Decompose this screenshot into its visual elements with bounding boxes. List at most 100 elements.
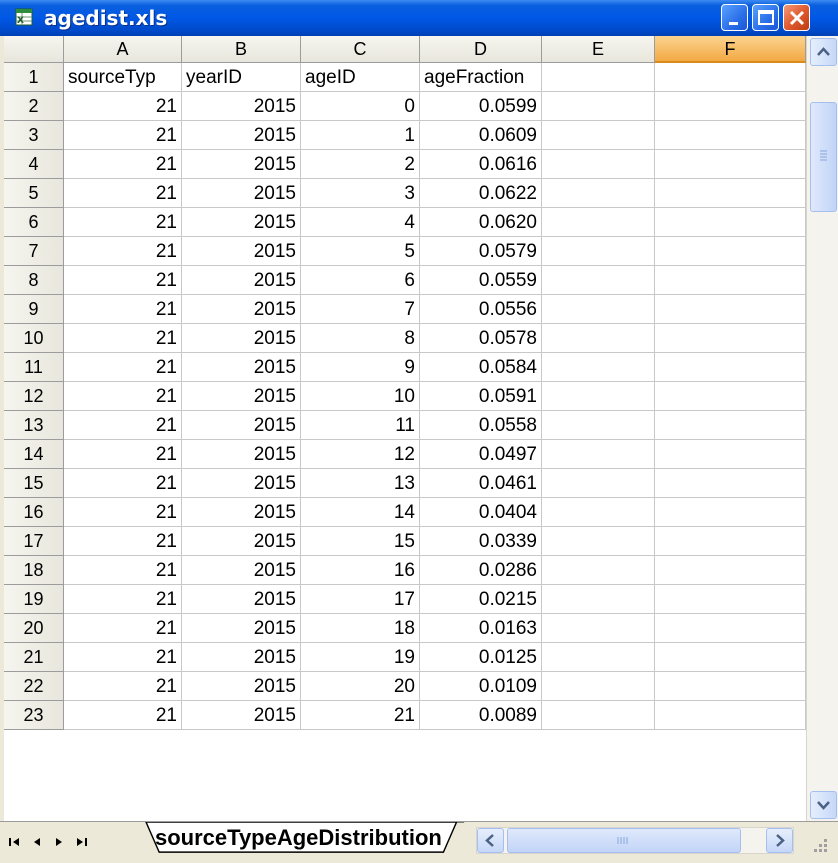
- row-header[interactable]: 6: [4, 208, 64, 237]
- cell-f8[interactable]: [655, 266, 806, 295]
- cell-e16[interactable]: [542, 498, 655, 527]
- scroll-right-button[interactable]: [766, 828, 793, 853]
- cell-e11[interactable]: [542, 353, 655, 382]
- cell-b20[interactable]: 2015: [182, 614, 301, 643]
- row-header[interactable]: 8: [4, 266, 64, 295]
- cell-d21[interactable]: 0.0125: [420, 643, 542, 672]
- spreadsheet-grid[interactable]: A B C D E F 1 sourceTyp yearID ageID ageFraction 2 2…: [4, 36, 806, 821]
- row-header[interactable]: 4: [4, 150, 64, 179]
- cell-e20[interactable]: [542, 614, 655, 643]
- cell-c23[interactable]: 21: [301, 701, 420, 730]
- cell-e19[interactable]: [542, 585, 655, 614]
- cell-c16[interactable]: 14: [301, 498, 420, 527]
- cell-e4[interactable]: [542, 150, 655, 179]
- row-header[interactable]: 5: [4, 179, 64, 208]
- cell-e3[interactable]: [542, 121, 655, 150]
- cell-f14[interactable]: [655, 440, 806, 469]
- cell-f15[interactable]: [655, 469, 806, 498]
- cell-a6[interactable]: 21: [64, 208, 182, 237]
- cell-b4[interactable]: 2015: [182, 150, 301, 179]
- cell-d3[interactable]: 0.0609: [420, 121, 542, 150]
- cell-e7[interactable]: [542, 237, 655, 266]
- cell-c13[interactable]: 11: [301, 411, 420, 440]
- cell-d23[interactable]: 0.0089: [420, 701, 542, 730]
- cell-b15[interactable]: 2015: [182, 469, 301, 498]
- cell-c21[interactable]: 19: [301, 643, 420, 672]
- cell-a10[interactable]: 21: [64, 324, 182, 353]
- cell-d11[interactable]: 0.0584: [420, 353, 542, 382]
- cell-d16[interactable]: 0.0404: [420, 498, 542, 527]
- cell-f1[interactable]: [655, 63, 806, 92]
- cell-a8[interactable]: 21: [64, 266, 182, 295]
- cell-b8[interactable]: 2015: [182, 266, 301, 295]
- horizontal-scroll-thumb[interactable]: [507, 828, 741, 853]
- cell-a16[interactable]: 21: [64, 498, 182, 527]
- row-header[interactable]: 19: [4, 585, 64, 614]
- cell-d22[interactable]: 0.0109: [420, 672, 542, 701]
- cell-d2[interactable]: 0.0599: [420, 92, 542, 121]
- next-sheet-icon[interactable]: [50, 833, 68, 851]
- cell-f21[interactable]: [655, 643, 806, 672]
- row-header[interactable]: 2: [4, 92, 64, 121]
- cell-d17[interactable]: 0.0339: [420, 527, 542, 556]
- cell-f18[interactable]: [655, 556, 806, 585]
- cell-a9[interactable]: 21: [64, 295, 182, 324]
- cell-a14[interactable]: 21: [64, 440, 182, 469]
- cell-d12[interactable]: 0.0591: [420, 382, 542, 411]
- cell-e10[interactable]: [542, 324, 655, 353]
- column-header-e[interactable]: E: [542, 36, 655, 63]
- row-header[interactable]: 23: [4, 701, 64, 730]
- cell-b21[interactable]: 2015: [182, 643, 301, 672]
- cell-b9[interactable]: 2015: [182, 295, 301, 324]
- cell-d5[interactable]: 0.0622: [420, 179, 542, 208]
- row-header[interactable]: 20: [4, 614, 64, 643]
- cell-e22[interactable]: [542, 672, 655, 701]
- cell-f5[interactable]: [655, 179, 806, 208]
- cell-c10[interactable]: 8: [301, 324, 420, 353]
- cell-d1[interactable]: ageFraction: [420, 63, 542, 92]
- cell-d4[interactable]: 0.0616: [420, 150, 542, 179]
- cell-e17[interactable]: [542, 527, 655, 556]
- close-button[interactable]: [783, 4, 810, 31]
- row-header[interactable]: 9: [4, 295, 64, 324]
- cell-a21[interactable]: 21: [64, 643, 182, 672]
- resize-grip-icon[interactable]: [805, 830, 831, 856]
- cell-a5[interactable]: 21: [64, 179, 182, 208]
- cell-a11[interactable]: 21: [64, 353, 182, 382]
- vertical-scrollbar[interactable]: [806, 36, 838, 821]
- cell-f11[interactable]: [655, 353, 806, 382]
- cell-e21[interactable]: [542, 643, 655, 672]
- cell-a15[interactable]: 21: [64, 469, 182, 498]
- cell-c4[interactable]: 2: [301, 150, 420, 179]
- row-header[interactable]: 3: [4, 121, 64, 150]
- cell-e23[interactable]: [542, 701, 655, 730]
- cell-d9[interactable]: 0.0556: [420, 295, 542, 324]
- cell-d15[interactable]: 0.0461: [420, 469, 542, 498]
- cell-c8[interactable]: 6: [301, 266, 420, 295]
- cell-f4[interactable]: [655, 150, 806, 179]
- cell-e15[interactable]: [542, 469, 655, 498]
- cell-f9[interactable]: [655, 295, 806, 324]
- scroll-up-button[interactable]: [810, 38, 837, 66]
- cell-d7[interactable]: 0.0579: [420, 237, 542, 266]
- cell-c19[interactable]: 17: [301, 585, 420, 614]
- scroll-left-button[interactable]: [477, 828, 504, 853]
- cell-b11[interactable]: 2015: [182, 353, 301, 382]
- cell-e5[interactable]: [542, 179, 655, 208]
- cell-b3[interactable]: 2015: [182, 121, 301, 150]
- column-header-d[interactable]: D: [420, 36, 542, 63]
- sheet-tab-label[interactable]: sourceTypeAgeDistribution: [155, 825, 442, 851]
- cell-c7[interactable]: 5: [301, 237, 420, 266]
- cell-c18[interactable]: 16: [301, 556, 420, 585]
- cell-e13[interactable]: [542, 411, 655, 440]
- previous-sheet-icon[interactable]: [28, 833, 46, 851]
- cell-f16[interactable]: [655, 498, 806, 527]
- cell-e12[interactable]: [542, 382, 655, 411]
- select-all-corner[interactable]: [4, 36, 64, 63]
- cell-f2[interactable]: [655, 92, 806, 121]
- cell-a13[interactable]: 21: [64, 411, 182, 440]
- cell-a3[interactable]: 21: [64, 121, 182, 150]
- cell-f23[interactable]: [655, 701, 806, 730]
- cell-c9[interactable]: 7: [301, 295, 420, 324]
- horizontal-scrollbar[interactable]: [476, 827, 794, 854]
